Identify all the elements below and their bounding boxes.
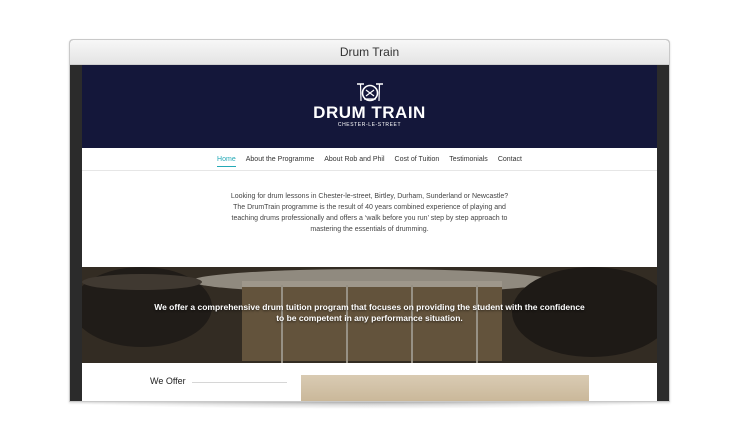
nav-home[interactable]: Home <box>217 152 236 167</box>
we-offer-divider <box>192 382 287 383</box>
nav-about-programme[interactable]: About the Programme <box>246 152 314 166</box>
browser-window: Drum Train DRUM TRAIN CHESTER-LE-STREET … <box>69 39 670 402</box>
site-header: DRUM TRAIN CHESTER-LE-STREET <box>82 65 657 148</box>
main-nav: Home About the Programme About Rob and P… <box>82 148 657 171</box>
page-viewport[interactable]: DRUM TRAIN CHESTER-LE-STREET Home About … <box>82 65 657 401</box>
nav-contact[interactable]: Contact <box>498 152 522 166</box>
drum-kit-icon <box>357 83 383 102</box>
site-logo-tagline: CHESTER-LE-STREET <box>337 122 402 128</box>
nav-cost-of-tuition[interactable]: Cost of Tuition <box>395 152 440 166</box>
hero-text: We offer a comprehensive drum tuition pr… <box>154 302 585 323</box>
intro-text: Looking for drum lessons in Chester-le-s… <box>82 171 657 247</box>
nav-about-rob-phil[interactable]: About Rob and Phil <box>324 152 384 166</box>
hero-banner: We offer a comprehensive drum tuition pr… <box>82 267 657 363</box>
we-offer-heading: We Offer <box>150 376 186 386</box>
window-title: Drum Train <box>70 40 669 65</box>
we-offer-section: We Offer <box>82 363 657 401</box>
intro-line-2: The DrumTrain programme is the result of… <box>231 204 508 233</box>
we-offer-image <box>301 375 589 401</box>
nav-testimonials[interactable]: Testimonials <box>449 152 488 166</box>
intro-line-1: Looking for drum lessons in Chester-le-s… <box>230 193 509 200</box>
site-logo-text[interactable]: DRUM TRAIN <box>82 103 657 123</box>
